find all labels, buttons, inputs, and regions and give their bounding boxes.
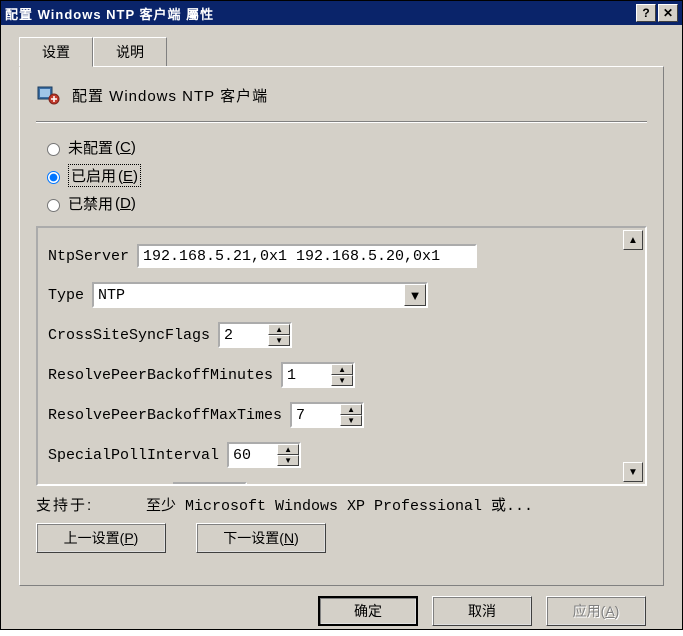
radio-enabled[interactable]: 已启用(E) [42,164,647,187]
policy-icon [36,83,60,107]
close-button[interactable]: ✕ [658,4,678,22]
chevron-down-icon[interactable]: ▼ [404,284,426,306]
crosssite-spinner[interactable]: ▲▼ [218,322,292,348]
poll-label: SpecialPollInterval [48,447,219,464]
cancel-button[interactable]: 取消 [432,596,532,626]
type-label: Type [48,287,84,304]
spin-down-icon[interactable]: ▼ [277,455,299,466]
supported-label: 支持于: [36,494,146,515]
radio-disabled[interactable]: 已禁用 (D) [42,193,647,214]
scroll-up-icon[interactable]: ▲ [623,230,643,250]
backoffmax-label: ResolvePeerBackoffMaxTimes [48,407,282,424]
spin-down-icon[interactable]: ▼ [268,335,290,346]
spin-up-icon[interactable]: ▲ [331,364,353,375]
crosssite-label: CrossSiteSyncFlags [48,327,210,344]
question-icon: ? [642,6,649,20]
backoffmax-spinner[interactable]: ▲▼ [290,402,364,428]
ok-button[interactable]: 确定 [318,596,418,626]
titlebar[interactable]: 配置 Windows NTP 客户端 屬性 ? ✕ [1,1,682,25]
spin-up-icon[interactable]: ▲ [268,324,290,335]
supported-value: 至少 Microsoft Windows XP Professional 或..… [146,494,533,515]
radio-not-configured[interactable]: 未配置 (C) [42,137,647,158]
scroll-down-icon[interactable]: ▼ [623,462,643,482]
type-value[interactable] [94,284,404,306]
vertical-scrollbar[interactable]: ▲ ▼ [623,230,643,482]
header-text: 配置 Windows NTP 客户端 [72,85,268,106]
close-icon: ✕ [663,6,673,20]
spin-up-icon[interactable]: ▲ [223,484,245,486]
backoffmin-label: ResolvePeerBackoffMinutes [48,367,273,384]
spin-up-icon[interactable]: ▲ [277,444,299,455]
type-combobox[interactable]: ▼ [92,282,428,308]
settings-scroll-area: NtpServer Type ▼ CrossSiteSyncFlags ▲▼ [36,226,647,486]
spin-down-icon[interactable]: ▼ [340,415,362,426]
tab-explain[interactable]: 说明 [93,37,167,66]
next-setting-button[interactable]: 下一设置(N) [196,523,326,553]
ntpserver-input[interactable] [137,244,477,268]
help-button[interactable]: ? [636,4,656,22]
separator [36,121,647,123]
backoffmin-spinner[interactable]: ▲▼ [281,362,355,388]
spin-up-icon[interactable]: ▲ [340,404,362,415]
ntpserver-label: NtpServer [48,248,129,265]
poll-spinner[interactable]: ▲▼ [227,442,301,468]
spin-down-icon[interactable]: ▼ [331,375,353,386]
apply-button[interactable]: 应用(A) [546,596,646,626]
tab-settings[interactable]: 设置 [19,37,93,67]
window-title: 配置 Windows NTP 客户端 屬性 [5,4,636,23]
settings-panel: 配置 Windows NTP 客户端 未配置 (C) 已启用(E) 已禁用 (D… [19,66,664,586]
eventlog-spinner[interactable]: ▲▼ [173,482,247,486]
properties-dialog: 配置 Windows NTP 客户端 屬性 ? ✕ 设置 说明 配置 Windo… [0,0,683,630]
prev-setting-button[interactable]: 上一设置(P) [36,523,166,553]
